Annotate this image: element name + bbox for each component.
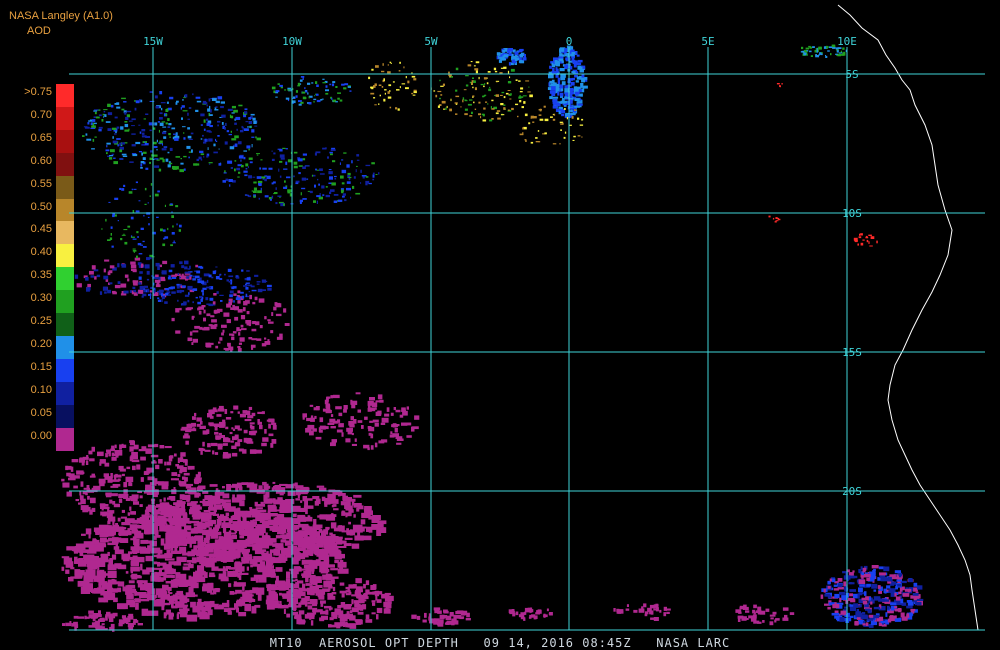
longitude-label: 0 (566, 35, 573, 48)
longitude-label: 15W (143, 35, 163, 48)
latitude-label: 15S (842, 346, 862, 359)
africa-coastline (837, 4, 979, 631)
longitude-label: 10E (837, 35, 857, 48)
latitude-label: 10S (842, 207, 862, 220)
longitude-label: 10W (282, 35, 302, 48)
image-caption: MT10 AEROSOL OPT DEPTH 09 14, 2016 08:45… (269, 636, 731, 650)
longitude-label: 5E (701, 35, 714, 48)
aod-pixel-layer (61, 44, 924, 632)
latitude-label: 5S (845, 68, 858, 81)
aod-map: 15W 10W 5W 0 5E 10E 5S 10S 15S 20S (61, 4, 985, 632)
latitude-label: 20S (842, 485, 862, 498)
longitude-label: 5W (424, 35, 438, 48)
